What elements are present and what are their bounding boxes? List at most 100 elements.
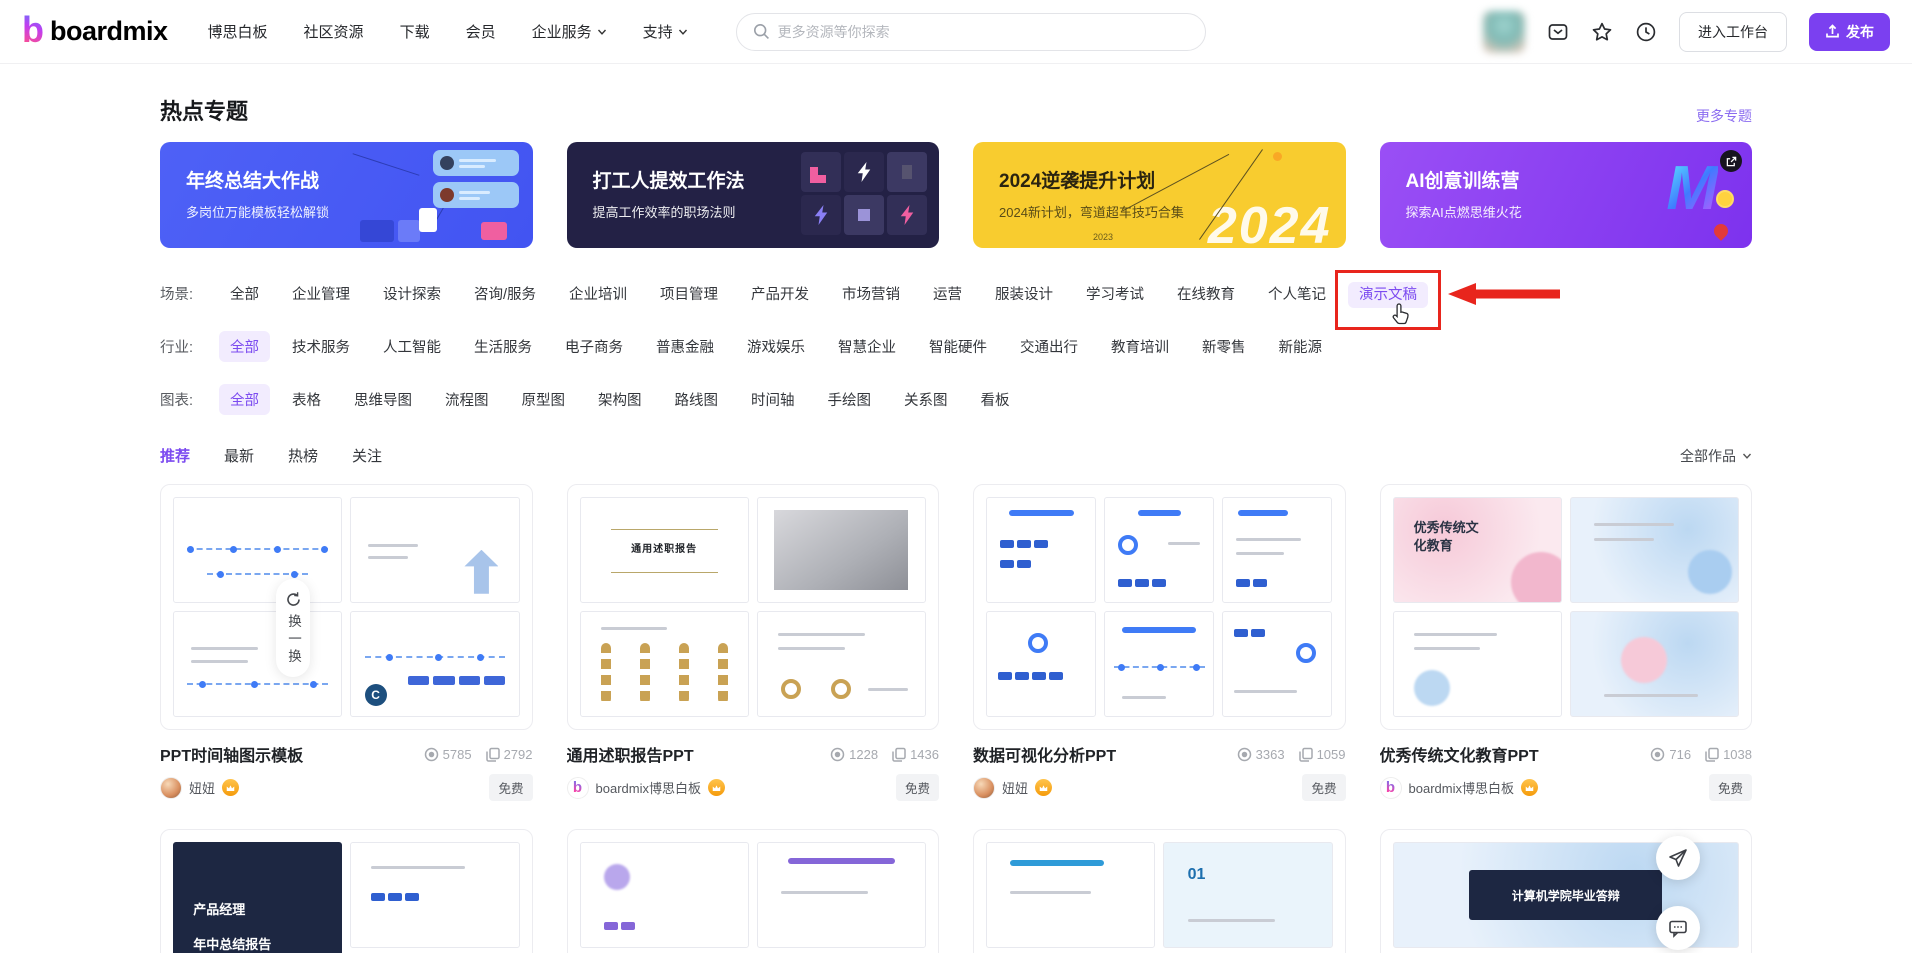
template-thumbnail[interactable]: 优秀传统文化教育 — [1380, 484, 1753, 730]
template-thumbnail[interactable]: 通用述职报告 — [567, 484, 940, 730]
publish-button[interactable]: 发布 — [1809, 13, 1890, 51]
nav-membership[interactable]: 会员 — [466, 21, 496, 42]
messages-icon[interactable] — [1547, 21, 1569, 43]
template-stats: 5785 2792 — [424, 747, 533, 762]
crown-badge-icon — [708, 779, 725, 796]
filter-scene-all[interactable]: 全部 — [219, 278, 270, 309]
enter-workspace-button[interactable]: 进入工作台 — [1679, 12, 1787, 52]
author-avatar[interactable]: b — [567, 777, 589, 799]
banner-ai-camp[interactable]: AI创意训练营 探索AI点燃思维火花 M — [1380, 142, 1753, 248]
filter-industry-item[interactable]: 普惠金融 — [645, 331, 725, 362]
filter-industry-item[interactable]: 智能硬件 — [918, 331, 998, 362]
author-avatar[interactable] — [973, 777, 995, 799]
template-title[interactable]: PPT时间轴图示模板 — [160, 742, 424, 766]
template-thumbnail[interactable]: C — [160, 484, 533, 730]
boardmix-logo[interactable]: b boardmix — [22, 14, 168, 50]
refresh-icon — [285, 591, 302, 608]
history-clock-icon[interactable] — [1635, 21, 1657, 43]
filter-industry-item[interactable]: 电子商务 — [554, 331, 634, 362]
user-avatar[interactable] — [1483, 11, 1525, 53]
author-avatar[interactable]: b — [1380, 777, 1402, 799]
filter-scene-item[interactable]: 企业培训 — [558, 278, 638, 309]
nav-support[interactable]: 支持 — [643, 21, 688, 42]
template-title[interactable]: 优秀传统文化教育PPT — [1380, 742, 1651, 766]
search-box[interactable] — [736, 13, 1206, 51]
template-card: 优秀传统文化教育 优秀传统文化教育PPT 716 1038 b boardmix… — [1380, 484, 1753, 801]
filter-scene-item[interactable]: 产品开发 — [740, 278, 820, 309]
template-title[interactable]: 通用述职报告PPT — [567, 742, 831, 766]
tab-newest[interactable]: 最新 — [224, 445, 254, 466]
template-title[interactable]: 数据可视化分析PPT — [973, 742, 1237, 766]
price-badge: 免费 — [489, 774, 532, 801]
filter-industry-item[interactable]: 教育培训 — [1100, 331, 1180, 362]
filter-industry-item[interactable]: 新零售 — [1191, 331, 1257, 362]
search-input[interactable] — [778, 24, 1189, 40]
filter-chart-all[interactable]: 全部 — [219, 384, 270, 415]
filter-industry-item[interactable]: 人工智能 — [372, 331, 452, 362]
filter-chart-item[interactable]: 流程图 — [434, 384, 500, 415]
filter-scene-item[interactable]: 学习考试 — [1075, 278, 1155, 309]
top-nav-bar: b boardmix 博思白板 社区资源 下载 会员 企业服务 支持 进入工作台… — [0, 0, 1912, 64]
author-name[interactable]: boardmix博思白板 — [596, 778, 701, 797]
filter-chart-item[interactable]: 原型图 — [511, 384, 577, 415]
filter-industry-item[interactable]: 生活服务 — [463, 331, 543, 362]
lightning-icon — [900, 205, 914, 225]
filter-industry-item[interactable]: 智慧企业 — [827, 331, 907, 362]
share-icon — [1720, 150, 1742, 172]
tab-following[interactable]: 关注 — [352, 445, 382, 466]
filter-chart-item[interactable]: 手绘图 — [817, 384, 883, 415]
author-avatar[interactable] — [160, 777, 182, 799]
filter-scene-item[interactable]: 项目管理 — [649, 278, 729, 309]
chat-support-button[interactable] — [1656, 906, 1700, 950]
filter-chart-item[interactable]: 架构图 — [587, 384, 653, 415]
chevron-down-icon — [1742, 451, 1752, 461]
copies-icon — [1299, 747, 1313, 762]
author-name[interactable]: boardmix博思白板 — [1409, 778, 1514, 797]
filter-scene-item[interactable]: 在线教育 — [1166, 278, 1246, 309]
sort-dropdown[interactable]: 全部作品 — [1680, 446, 1752, 466]
template-thumbnail[interactable] — [567, 829, 940, 953]
filter-panel: 场景: 全部 企业管理 设计探索 咨询/服务 企业培训 项目管理 产品开发 市场… — [160, 278, 1752, 415]
banner-work-efficiency[interactable]: 打工人提效工作法 提高工作效率的职场法则 — [567, 142, 940, 248]
filter-scene-item[interactable]: 设计探索 — [372, 278, 452, 309]
filter-industry-item[interactable]: 技术服务 — [281, 331, 361, 362]
filter-scene-presentation[interactable]: 演示文稿 — [1348, 282, 1428, 308]
views-icon — [1237, 747, 1252, 762]
search-icon — [753, 23, 770, 40]
nav-download[interactable]: 下载 — [400, 21, 430, 42]
filter-chart-item[interactable]: 表格 — [281, 384, 332, 415]
filter-chart-item[interactable]: 看板 — [970, 384, 1021, 415]
author-name[interactable]: 妞妞 — [1002, 778, 1028, 797]
banner-2024-plan[interactable]: 2024逆袭提升计划 2024新计划，弯道超车技巧合集 2024 2023 — [973, 142, 1346, 248]
banner-year-end-summary[interactable]: 年终总结大作战 多岗位万能模板轻松解锁 — [160, 142, 533, 248]
filter-scene-item[interactable]: 企业管理 — [281, 278, 361, 309]
template-thumbnail[interactable]: 01 02 — [973, 829, 1346, 953]
shuffle-button[interactable]: 换一换 — [276, 579, 310, 677]
filter-scene-item[interactable]: 服装设计 — [984, 278, 1064, 309]
filter-chart-item[interactable]: 思维导图 — [343, 384, 423, 415]
tab-trending[interactable]: 热榜 — [288, 445, 318, 466]
topic-banners: 年终总结大作战 多岗位万能模板轻松解锁 打工人提效工作法 提高工作效率的职场法则 — [160, 142, 1752, 248]
favorites-star-icon[interactable] — [1591, 21, 1613, 43]
template-thumbnail[interactable] — [973, 484, 1346, 730]
template-thumbnail[interactable]: 产品经理年中总结报告 — [160, 829, 533, 953]
filter-industry-item[interactable]: 交通出行 — [1009, 331, 1089, 362]
filter-chart-item[interactable]: 关系图 — [893, 384, 959, 415]
filter-scene-item[interactable]: 市场营销 — [831, 278, 911, 309]
tab-recommended[interactable]: 推荐 — [160, 445, 190, 466]
feedback-send-button[interactable] — [1656, 836, 1700, 880]
filter-scene-item[interactable]: 个人笔记 — [1257, 278, 1337, 309]
filter-scene-item[interactable]: 运营 — [922, 278, 973, 309]
filter-scene-item[interactable]: 咨询/服务 — [463, 278, 547, 309]
filter-industry-item[interactable]: 新能源 — [1268, 331, 1334, 362]
nav-whiteboard[interactable]: 博思白板 — [208, 21, 268, 42]
nav-enterprise[interactable]: 企业服务 — [532, 21, 607, 42]
filter-chart-item[interactable]: 时间轴 — [740, 384, 806, 415]
nav-community[interactable]: 社区资源 — [304, 21, 364, 42]
price-badge: 免费 — [896, 774, 939, 801]
filter-industry-all[interactable]: 全部 — [219, 331, 270, 362]
filter-industry-item[interactable]: 游戏娱乐 — [736, 331, 816, 362]
more-topics-link[interactable]: 更多专题 — [1696, 106, 1752, 126]
author-name[interactable]: 妞妞 — [189, 778, 215, 797]
filter-chart-item[interactable]: 路线图 — [664, 384, 730, 415]
